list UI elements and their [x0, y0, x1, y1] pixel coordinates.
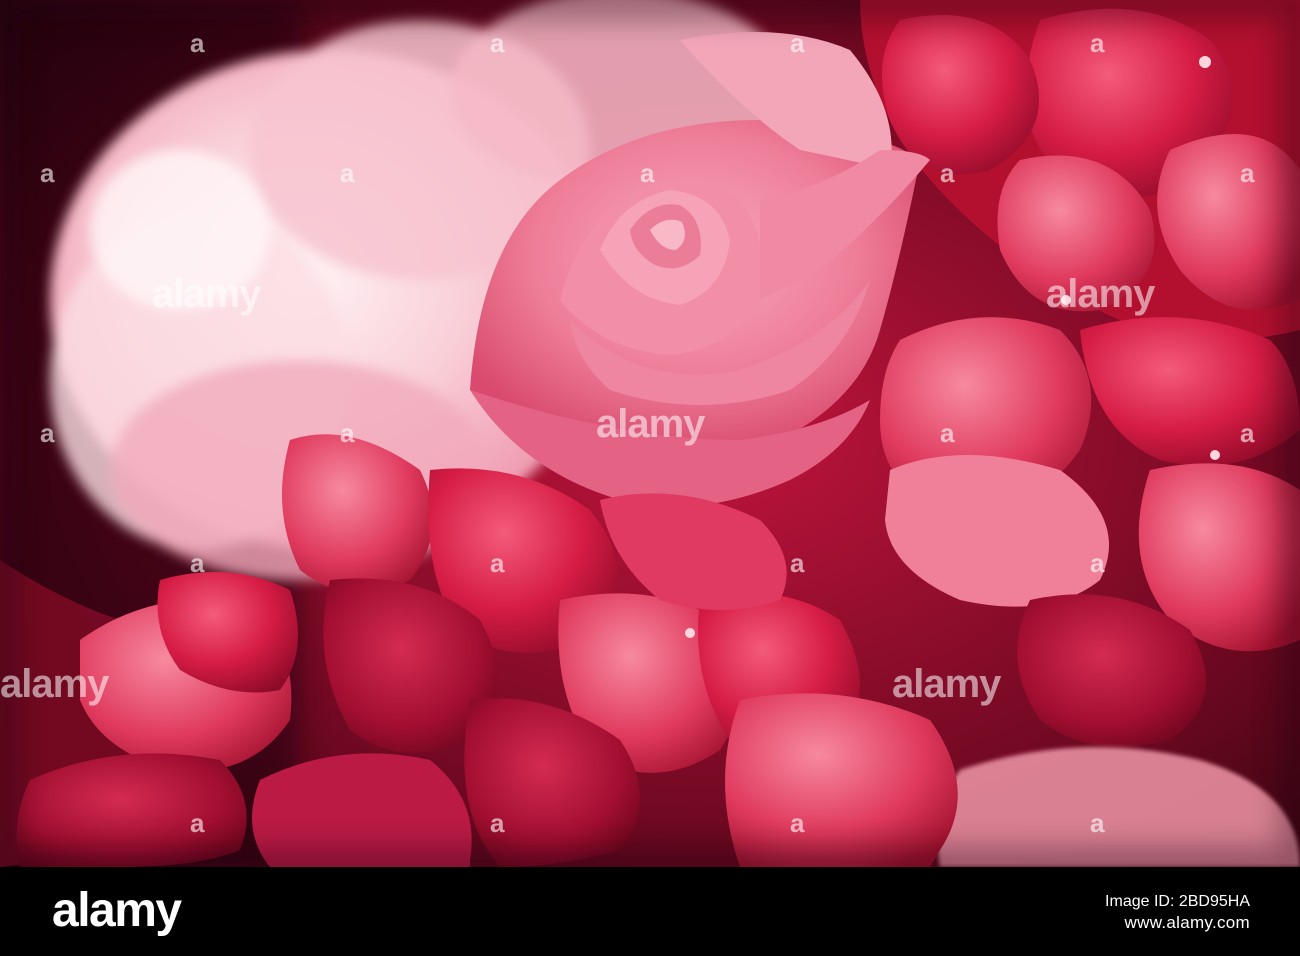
alamy-logo: alamy — [52, 884, 182, 937]
image-id: Image ID: 2BD95HA — [1105, 893, 1250, 910]
footer-meta: Image ID: 2BD95HA www.alamy.com — [1105, 891, 1250, 933]
stock-photo-page: alamy alamy alamy alamy alamy a a a a a … — [0, 0, 1300, 956]
site-url: www.alamy.com — [1124, 913, 1250, 932]
flower-illustration — [0, 0, 1300, 867]
flower-photo: alamy alamy alamy alamy alamy a a a a a … — [0, 0, 1300, 867]
footer-bar: alamy Image ID: 2BD95HA www.alamy.com — [0, 867, 1300, 956]
